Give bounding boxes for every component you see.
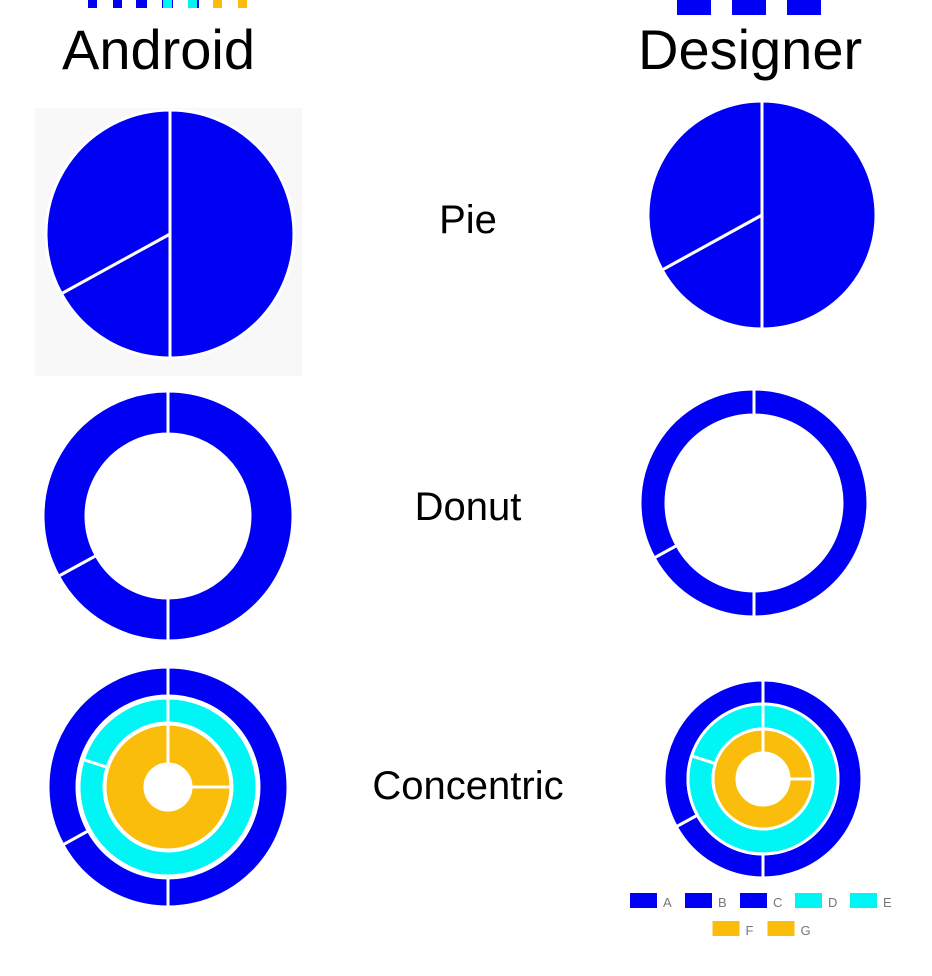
designer-donut-slice-a <box>752 387 870 619</box>
designer-concentric-legend-label-d: D <box>828 895 837 910</box>
pie-row-label: Pie <box>439 198 497 242</box>
android-pie-panel <box>35 108 302 376</box>
designer-pie-legend-label-a: A <box>717 0 726 3</box>
android-concentric-legend-swatch-b <box>113 0 122 8</box>
android-concentric-inner-slice-f <box>166 722 233 789</box>
android-donut-slice-c <box>41 389 170 579</box>
android-concentric-legend-swatch-d <box>163 0 172 8</box>
android-concentric-legend-label-c: C <box>151 0 158 2</box>
designer-concentric-legend-label-b: B <box>718 895 727 910</box>
designer-pie-legend-label-b: B <box>772 0 781 3</box>
android-pie-legend-label-b: B <box>177 0 183 2</box>
designer-concentric-legend-label-g: G <box>801 923 811 938</box>
designer-concentric-middle-slice-d <box>686 702 840 856</box>
designer-pie-slice-c <box>646 99 764 272</box>
android-donut-legend-swatch-a <box>136 0 145 8</box>
android-concentric-middle-slice-d <box>77 696 259 878</box>
designer-concentric-legend-swatch-d <box>795 893 822 908</box>
designer-concentric-inner-slice-f <box>761 727 815 781</box>
android-concentric-legend-label-a: A <box>101 0 107 2</box>
android-concentric-outer-slice-b <box>60 828 170 909</box>
android-pie-slice-a <box>168 108 296 360</box>
designer-concentric-legend-label-e: E <box>883 895 892 910</box>
android-donut-legend-swatch-b <box>162 0 171 8</box>
android-concentric-legend-swatch-c <box>138 0 147 8</box>
designer-concentric-legend-label-f: F <box>746 923 754 938</box>
designer-pie-legend-swatch-a <box>684 0 711 15</box>
designer-concentric-legend-swatch-e <box>850 893 877 908</box>
designer-pie-slice-b <box>660 212 764 331</box>
designer-concentric-legend-label-a: A <box>663 895 672 910</box>
android-concentric-legend-label-f: F <box>226 0 232 2</box>
android-concentric-middle-slice-e <box>81 696 170 770</box>
designer-concentric-outer-slice-c <box>662 678 765 829</box>
android-pie-legend-label-c: C <box>203 0 210 2</box>
designer-donut-legend-swatch-c <box>787 0 814 15</box>
android-donut-legend-swatch-c <box>188 0 197 8</box>
designer-concentric-legend-label-c: C <box>773 895 782 910</box>
android-pie-legend-label-a: A <box>151 0 157 2</box>
designer-donut-slice-c <box>638 387 756 560</box>
android-pie-slice-c <box>44 108 172 296</box>
designer-donut-slice-b <box>652 543 756 619</box>
designer-concentric-legend-swatch-a <box>630 893 657 908</box>
android-concentric-outer-slice-a <box>166 665 290 909</box>
android-pie-slice-b <box>59 231 172 360</box>
designer-pie-legend-label-c: C <box>827 0 836 3</box>
android-pie-legend-swatch-a <box>138 0 147 8</box>
designer-concentric-legend-swatch-g <box>767 921 795 936</box>
android-donut-slice-a <box>166 389 295 643</box>
android-concentric-legend-swatch-g <box>238 0 247 8</box>
android-concentric-legend-swatch-f <box>213 0 222 8</box>
android-concentric-legend-label-d: D <box>176 0 183 2</box>
designer-column-title: Designer <box>638 18 863 81</box>
designer-concentric-outer-slice-a <box>761 678 864 880</box>
android-column-title: Android <box>62 18 256 81</box>
android-pie-legend-swatch-c <box>190 0 199 8</box>
designer-concentric-legend-swatch-b <box>685 893 712 908</box>
android-concentric-outer-slice-c <box>46 665 170 847</box>
designer-pie-legend-swatch-c <box>794 0 821 15</box>
concentric-row-label: Concentric <box>372 764 564 808</box>
android-concentric-legend-label-g: G <box>251 0 258 2</box>
designer-pie-legend-swatch-b <box>739 0 766 15</box>
android-concentric-legend-label-b: B <box>126 0 132 2</box>
android-donut-slice-b <box>56 553 170 643</box>
android-pie-legend-swatch-b <box>164 0 173 8</box>
android-concentric-legend-label-e: E <box>201 0 207 2</box>
android-donut-legend-label-c: C <box>201 0 208 2</box>
android-concentric-legend-swatch-a <box>88 0 97 8</box>
android-donut-legend-label-b: B <box>175 0 181 2</box>
designer-donut-legend-swatch-a <box>677 0 704 15</box>
donut-row-label: Donut <box>414 485 522 529</box>
android-concentric-legend-swatch-e <box>188 0 197 8</box>
android-donut-legend-label-a: A <box>149 0 155 2</box>
designer-concentric-outer-slice-b <box>674 813 765 880</box>
designer-donut-legend-swatch-b <box>732 0 759 15</box>
android-concentric-inner-slice-g <box>103 722 233 852</box>
designer-concentric-legend-swatch-c <box>740 893 767 908</box>
designer-donut-legend-label-a: A <box>710 0 719 3</box>
designer-concentric-middle-slice-e <box>689 702 765 766</box>
designer-concentric-inner-slice-g <box>711 727 815 831</box>
designer-donut-legend-label-c: C <box>820 0 829 3</box>
designer-pie-slice-a <box>760 99 878 331</box>
designer-donut-legend-label-b: B <box>765 0 774 3</box>
designer-concentric-legend-swatch-f <box>712 921 740 936</box>
